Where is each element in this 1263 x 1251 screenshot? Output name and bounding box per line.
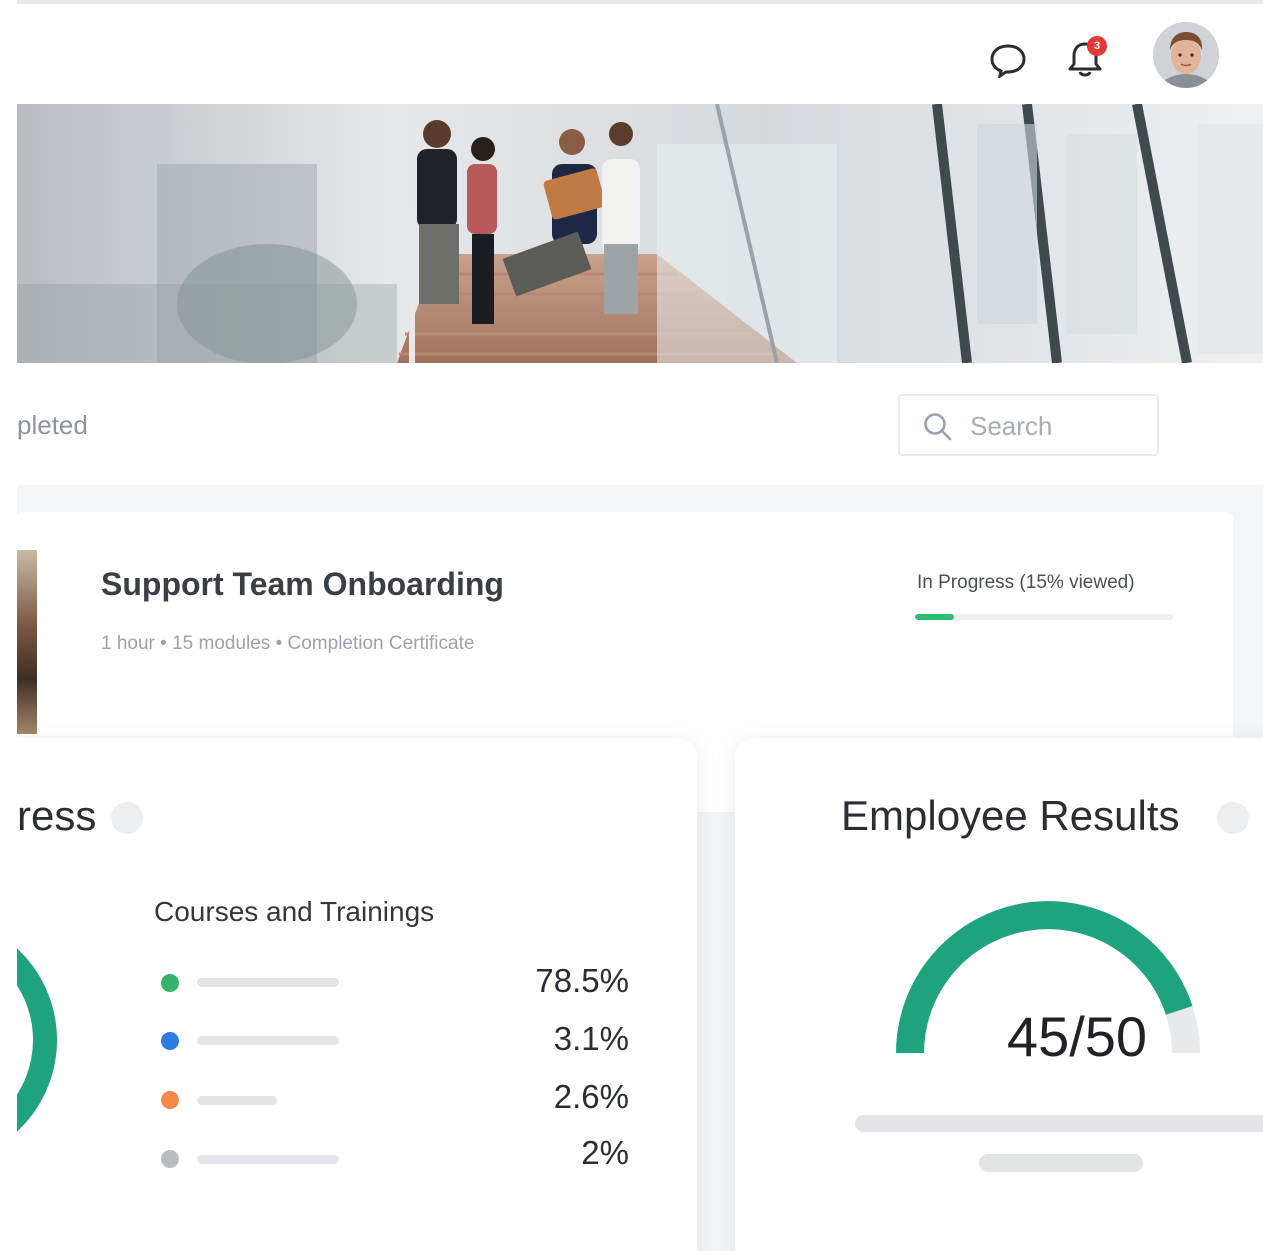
course-title[interactable]: Support Team Onboarding <box>101 566 504 603</box>
course-meta: 1 hour • 15 modules • Completion Certifi… <box>101 633 475 654</box>
legend-label-placeholder <box>197 1096 277 1105</box>
progress-info-icon[interactable] <box>111 802 143 834</box>
legend-title: Courses and Trainings <box>154 896 435 927</box>
legend-dot-orange <box>161 1091 179 1109</box>
legend-label-placeholder <box>197 1036 339 1045</box>
legend-label-placeholder <box>197 1155 339 1164</box>
legend-value: 2.6% <box>553 1078 629 1115</box>
office-staircase-photo <box>17 104 1263 363</box>
progress-panel-title: ress <box>17 792 97 839</box>
legend-dot-blue <box>161 1032 179 1050</box>
course-progress-fill <box>915 614 954 620</box>
legend-value: 78.5% <box>535 962 629 999</box>
tab-completed[interactable]: pleted <box>17 410 88 441</box>
search-icon <box>924 413 952 441</box>
results-skeleton-line <box>979 1154 1143 1172</box>
legend-value: 2% <box>581 1134 629 1171</box>
course-status: In Progress (15% viewed) <box>917 572 1135 593</box>
legend-label-placeholder <box>197 978 339 987</box>
avatar-photo <box>1153 22 1219 88</box>
search-placeholder: Search <box>970 411 1053 441</box>
legend-dot-gray <box>161 1150 179 1168</box>
course-thumbnail <box>17 550 37 734</box>
results-skeleton-line <box>855 1115 1263 1132</box>
search-input[interactable]: Search <box>898 394 1159 456</box>
course-progress-bar <box>915 614 1173 620</box>
banner-image <box>17 104 1263 363</box>
progress-donut-chart <box>17 948 57 1132</box>
legend-dot-green <box>161 974 179 992</box>
results-info-icon[interactable] <box>1217 802 1249 834</box>
notification-badge: 3 <box>1087 36 1107 56</box>
employee-results-title: Employee Results <box>841 792 1180 839</box>
avatar[interactable] <box>1153 22 1219 88</box>
results-score: 45/50 <box>1006 1005 1148 1068</box>
chat-bubble-icon[interactable] <box>989 42 1027 78</box>
legend-value: 3.1% <box>553 1020 629 1057</box>
app-frame: 3 pleted Search Support Team Onboarding … <box>17 0 1263 1251</box>
